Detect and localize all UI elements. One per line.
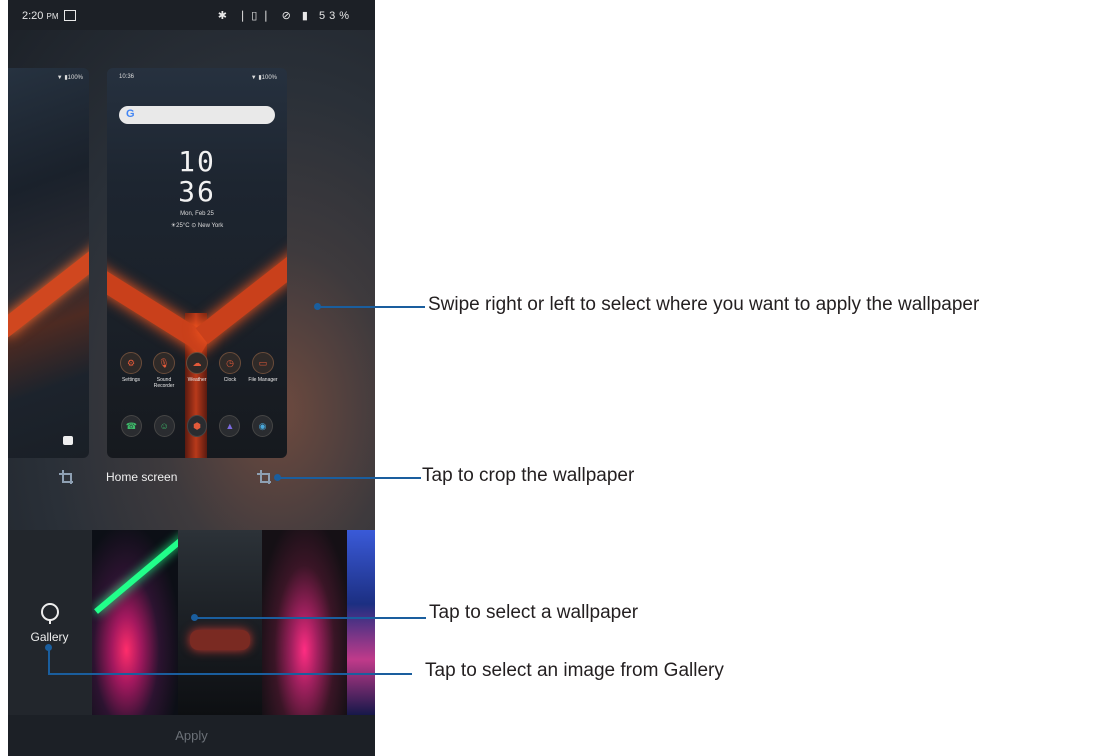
wallpaper-shape bbox=[107, 262, 212, 354]
camera-icon bbox=[63, 436, 73, 445]
lock-screen-preview[interactable]: ▼ ▮100% bbox=[8, 68, 89, 458]
gear-icon: ⚙ bbox=[120, 352, 142, 374]
status-time: 2:20 PM bbox=[22, 10, 59, 22]
app-label: Weather bbox=[187, 377, 207, 383]
app-sound-recorder: 🎙 Sound Recorder bbox=[148, 352, 180, 389]
bluetooth-icon: ✱ bbox=[217, 10, 231, 22]
no-sim-icon: ⊘ bbox=[281, 10, 295, 22]
home-screen-preview[interactable]: 10:36 ▼ ▮100% G 10 36 Mon, Feb 25 ☀25°C … bbox=[107, 68, 287, 458]
phone-screen: 2:20 PM ✱ ❘▯❘ ⊘ ▮ 53% ▼ ▮100% 10:36 ▼ ▮1… bbox=[8, 0, 375, 756]
gallery-label: Gallery bbox=[30, 630, 69, 644]
preview-status-time: 10:36 bbox=[119, 74, 135, 80]
callout-crop: Tap to crop the wallpaper bbox=[422, 465, 635, 486]
callout-line bbox=[48, 673, 412, 675]
crop-icon[interactable] bbox=[257, 470, 271, 484]
weather-text: ☀25°C ⊙ New York bbox=[170, 223, 224, 229]
wallpaper-thumbnail[interactable] bbox=[347, 530, 375, 715]
app-clock: ◷ Clock bbox=[214, 352, 246, 389]
preview-status-icons: ▼ ▮100% bbox=[250, 75, 277, 81]
app-settings: ⚙ Settings bbox=[115, 352, 147, 389]
preview-label: Home screen bbox=[106, 470, 178, 484]
rog-icon: ⬢ bbox=[186, 415, 208, 437]
camera-icon: ◉ bbox=[252, 415, 273, 437]
apply-button[interactable]: Apply bbox=[8, 728, 375, 743]
clock-icon: ◷ bbox=[219, 352, 241, 374]
phone-icon: ☎ bbox=[121, 415, 142, 437]
wallpaper-picker: Gallery bbox=[8, 530, 375, 715]
app-label: Clock bbox=[223, 377, 237, 383]
gallery-icon: ▲ bbox=[219, 415, 241, 437]
contacts-icon: ☺ bbox=[153, 415, 175, 437]
callout-line bbox=[195, 617, 426, 619]
app-file-manager: ▭ File Manager bbox=[247, 352, 279, 389]
callout-line bbox=[48, 648, 50, 675]
google-search-bar: G bbox=[119, 106, 275, 124]
clock-minutes: 36 bbox=[178, 175, 216, 208]
wallpaper-shape bbox=[94, 532, 178, 614]
wallpaper-thumbnail[interactable] bbox=[92, 530, 178, 715]
callout-line bbox=[318, 306, 425, 308]
wallpaper-shape bbox=[195, 242, 287, 344]
callout-gallery: Tap to select an image from Gallery bbox=[425, 660, 724, 681]
app-row: ⚙ Settings 🎙 Sound Recorder ☁ Weather ◷ … bbox=[115, 352, 279, 389]
callout-select: Tap to select a wallpaper bbox=[429, 602, 639, 623]
dock-row: ☎ ☺ ⬢ ▲ ◉ bbox=[115, 415, 279, 437]
microphone-icon: 🎙 bbox=[153, 352, 175, 374]
date-text: Mon, Feb 25 bbox=[180, 211, 214, 217]
gallery-icon bbox=[41, 603, 59, 624]
app-label: Settings bbox=[121, 377, 141, 383]
folder-icon: ▭ bbox=[252, 352, 274, 374]
weather-icon: ☁ bbox=[186, 352, 208, 374]
lock-status: ▼ ▮100% bbox=[56, 75, 83, 81]
vibrate-icon: ❘▯❘ bbox=[238, 10, 275, 22]
screenshot-icon bbox=[64, 10, 76, 21]
callout-line bbox=[278, 477, 421, 479]
app-label: File Manager bbox=[248, 377, 278, 383]
app-label: Sound Recorder bbox=[153, 377, 175, 389]
gallery-button[interactable]: Gallery bbox=[8, 530, 91, 715]
wallpaper-thumbnail[interactable] bbox=[262, 530, 347, 715]
wallpaper-thumbnail[interactable] bbox=[178, 530, 262, 715]
wallpaper-stripe bbox=[8, 236, 89, 338]
google-icon: G bbox=[126, 108, 135, 120]
clock-hours: 10 bbox=[178, 145, 216, 178]
battery-percent: 53% bbox=[318, 10, 353, 22]
callout-swipe: Swipe right or left to select where you … bbox=[428, 294, 980, 315]
apply-bar: Apply bbox=[8, 715, 375, 756]
wallpaper-shape bbox=[190, 630, 250, 650]
battery-icon: ▮ bbox=[301, 10, 312, 22]
status-icons: ✱ ❘▯❘ ⊘ ▮ 53% bbox=[218, 9, 353, 22]
app-weather: ☁ Weather bbox=[181, 352, 213, 389]
status-bar: 2:20 PM ✱ ❘▯❘ ⊘ ▮ 53% bbox=[8, 0, 375, 30]
crop-icon[interactable] bbox=[59, 470, 73, 484]
